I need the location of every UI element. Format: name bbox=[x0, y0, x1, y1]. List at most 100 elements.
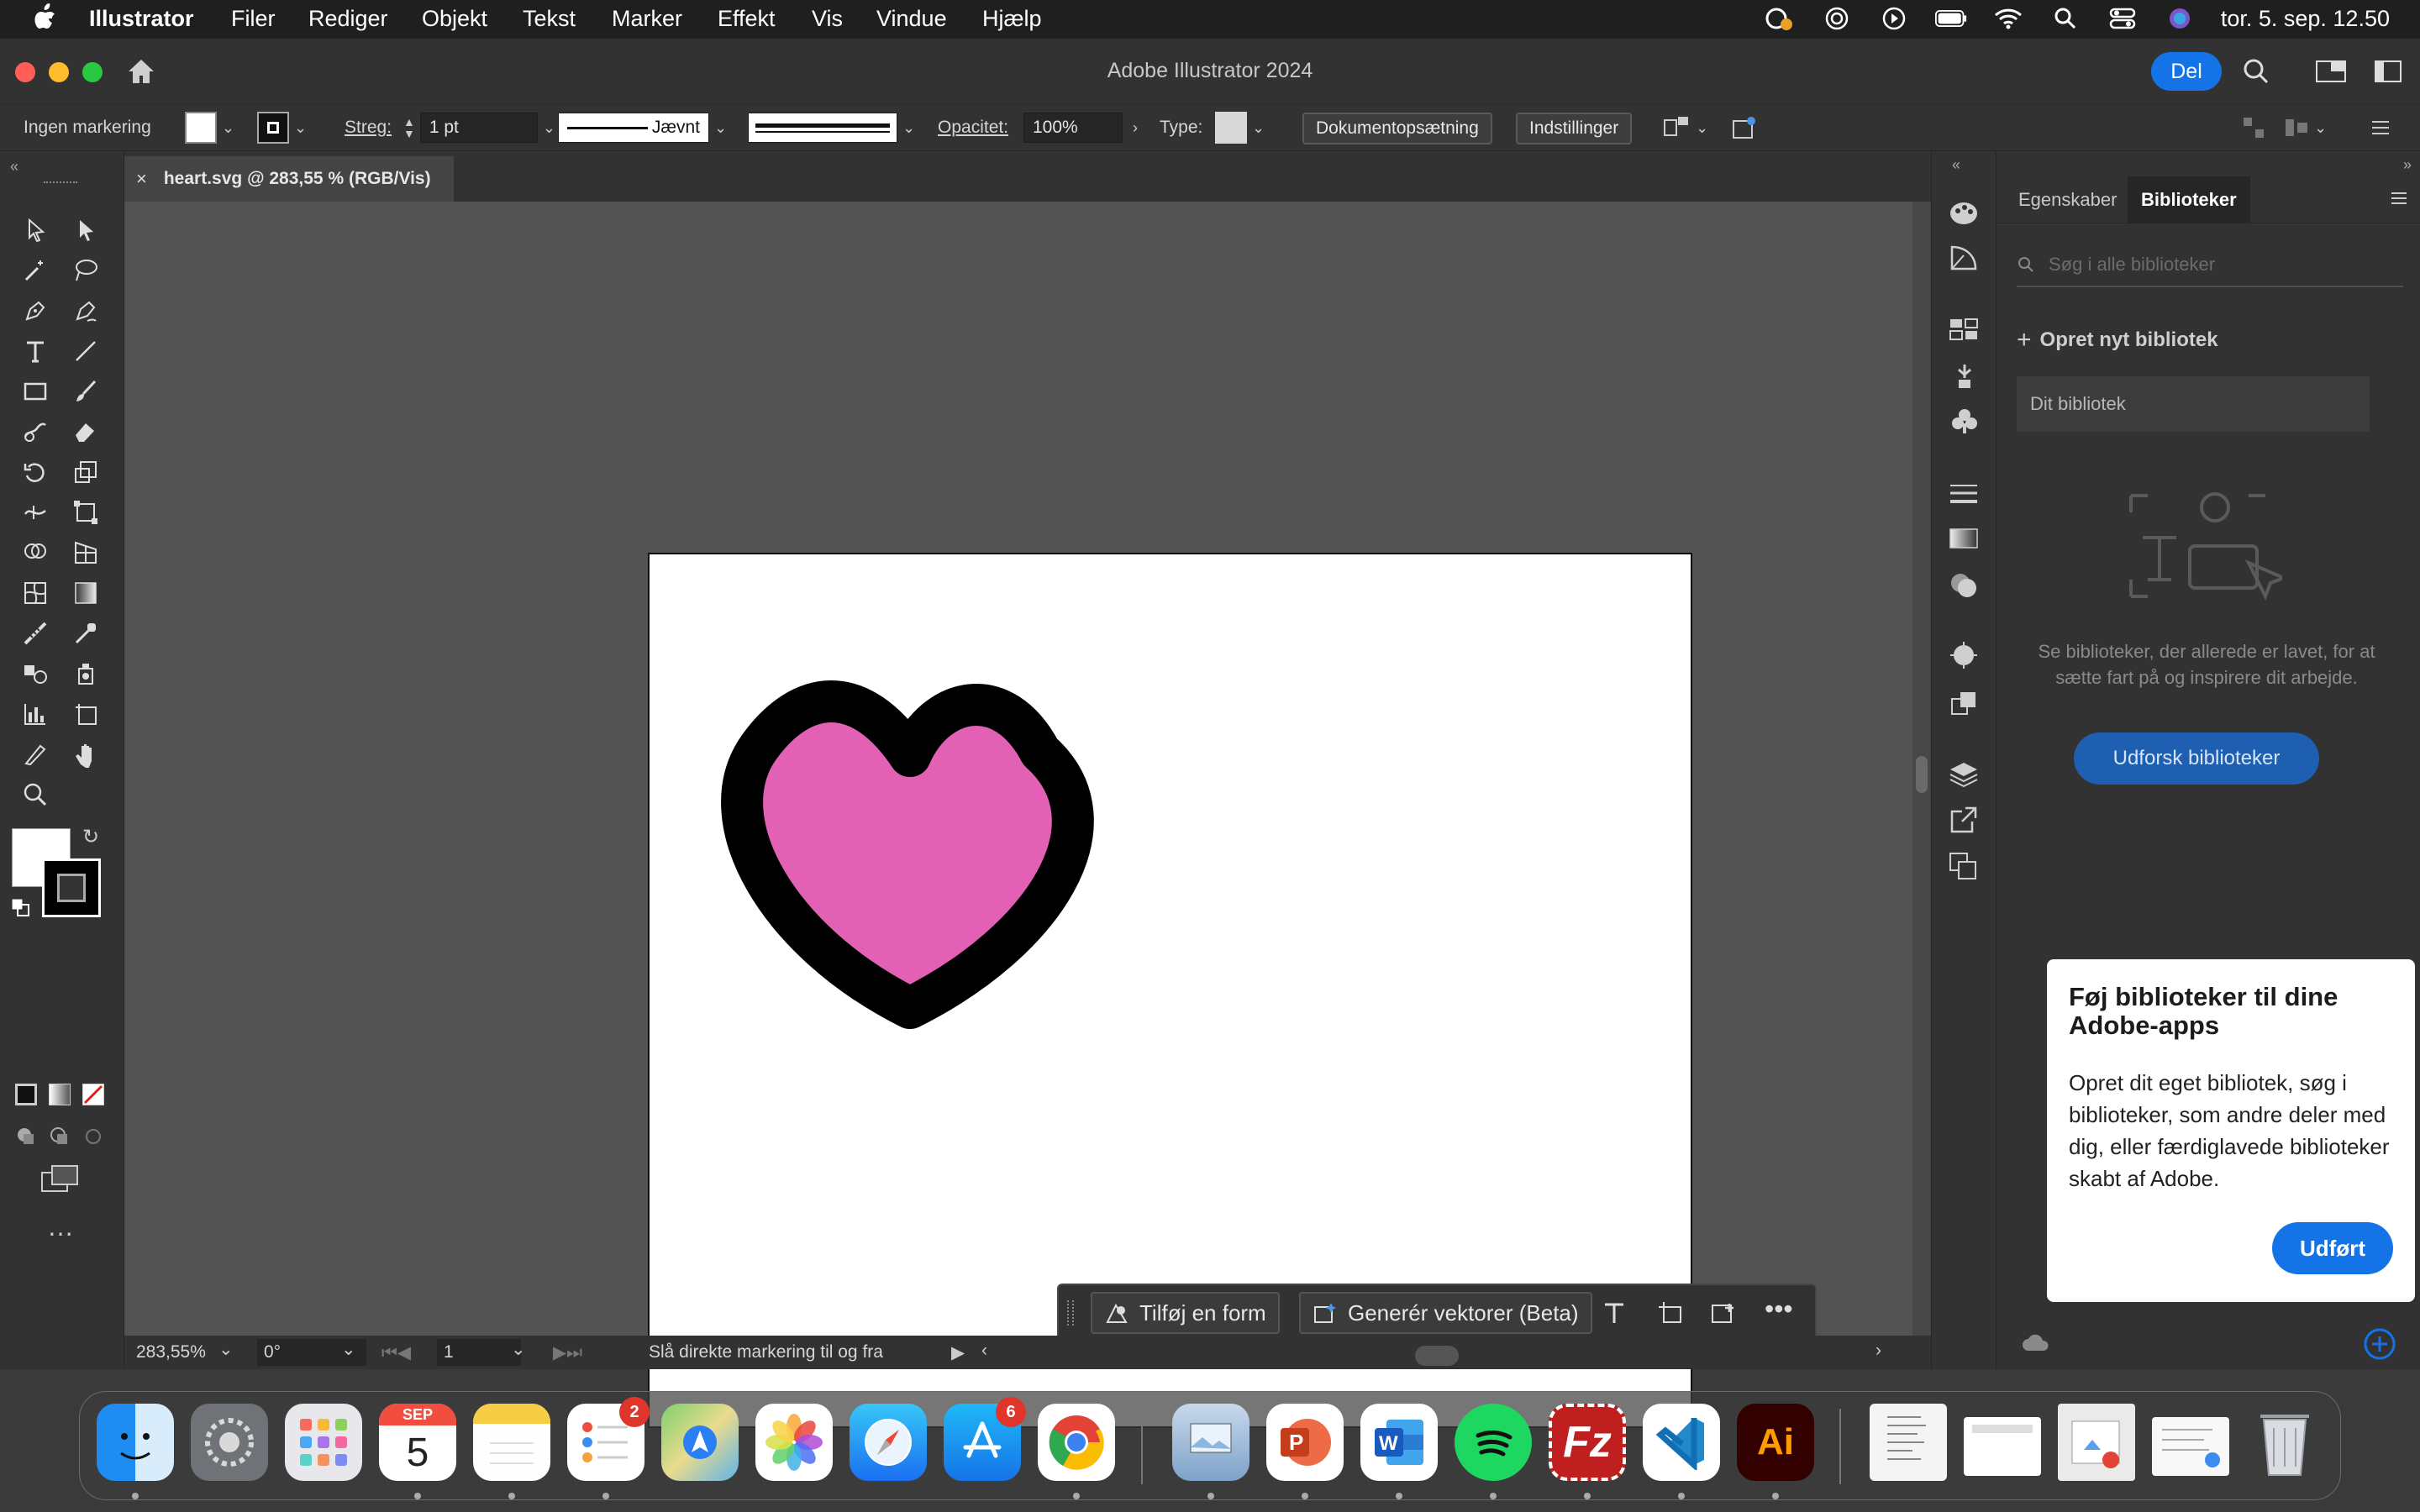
recent-folder-thumbnail[interactable] bbox=[2058, 1404, 2135, 1481]
symbol-sprayer-tool-icon[interactable] bbox=[67, 655, 104, 692]
app-store-icon[interactable]: 6 bbox=[944, 1397, 1026, 1481]
collapse-icon[interactable]: « bbox=[1952, 156, 1960, 174]
trash-icon[interactable] bbox=[2246, 1404, 2323, 1481]
mesh-tool-icon[interactable] bbox=[17, 575, 54, 612]
done-button[interactable]: Udført bbox=[2272, 1222, 2393, 1274]
screen-mode-icon[interactable] bbox=[40, 1164, 79, 1199]
menu-hjaelp[interactable]: Hjælp bbox=[982, 6, 1042, 32]
color-mode-icon[interactable] bbox=[15, 1084, 37, 1105]
crop-icon[interactable] bbox=[1657, 1300, 1684, 1330]
zoom-tool-icon[interactable] bbox=[17, 776, 54, 813]
maps-icon[interactable] bbox=[661, 1404, 739, 1481]
shaper-tool-icon[interactable] bbox=[17, 413, 54, 450]
layers-icon[interactable] bbox=[1949, 759, 1979, 792]
opacity-field[interactable]: 100% bbox=[1023, 113, 1123, 143]
chevron-down-icon[interactable]: ⌄ bbox=[222, 119, 234, 137]
chevron-down-icon[interactable]: ⌄ bbox=[1696, 119, 1708, 137]
word-icon[interactable]: W bbox=[1360, 1404, 1438, 1481]
artboard-tool-icon[interactable] bbox=[67, 696, 104, 732]
wifi-icon[interactable] bbox=[1992, 5, 2024, 32]
close-tab-icon[interactable]: × bbox=[136, 168, 147, 190]
blend-tool-icon[interactable] bbox=[17, 655, 54, 692]
stroke-panel-icon[interactable] bbox=[1949, 482, 1979, 510]
panel-toggle-icon[interactable] bbox=[2375, 60, 2402, 87]
graphic-styles-icon[interactable] bbox=[1949, 640, 1979, 675]
document-setup-button[interactable]: Dokumentopsætning bbox=[1302, 113, 1492, 144]
finder-icon[interactable] bbox=[97, 1404, 174, 1481]
none-mode-icon[interactable] bbox=[82, 1084, 104, 1105]
filezilla-icon[interactable]: Fz bbox=[1549, 1404, 1626, 1481]
safari-icon[interactable] bbox=[850, 1404, 927, 1481]
siri-icon[interactable] bbox=[2164, 5, 2196, 32]
chevron-down-icon[interactable]: ⌄ bbox=[2314, 119, 2327, 137]
artboard-navigation-icon[interactable]: ⏮◀ bbox=[381, 1342, 411, 1363]
stroke-swatch[interactable]: ⌄ bbox=[257, 112, 307, 144]
airdrop-icon[interactable] bbox=[1821, 5, 1853, 32]
menu-app-name[interactable]: Illustrator bbox=[89, 6, 194, 32]
text-icon[interactable] bbox=[1602, 1300, 1627, 1330]
scroll-thumb[interactable] bbox=[1916, 756, 1928, 793]
scroll-left-icon[interactable]: ‹ bbox=[981, 1341, 987, 1361]
control-center-icon[interactable] bbox=[2107, 5, 2139, 32]
add-library-icon[interactable] bbox=[2363, 1327, 2396, 1365]
draw-inside-icon[interactable] bbox=[82, 1126, 104, 1152]
more-options-icon[interactable]: ••• bbox=[1765, 1294, 1793, 1325]
photos-icon[interactable] bbox=[755, 1404, 833, 1481]
hand-tool-icon[interactable] bbox=[67, 736, 104, 773]
menu-filer[interactable]: Filer bbox=[231, 6, 276, 32]
eyedropper-tool-icon[interactable] bbox=[67, 615, 104, 652]
zoom-level-field[interactable]: 283,55% bbox=[136, 1342, 206, 1362]
canvas-area[interactable]: Tilføj en form Generér vektorer (Beta) •… bbox=[124, 202, 1912, 1428]
type-tool-icon[interactable] bbox=[17, 333, 54, 370]
battery-icon[interactable] bbox=[1934, 5, 1967, 32]
panel-grip[interactable] bbox=[44, 181, 77, 184]
add-shape-button[interactable]: Tilføj en form bbox=[1091, 1292, 1280, 1334]
lasso-tool-icon[interactable] bbox=[67, 252, 104, 289]
illustrator-icon[interactable]: Ai bbox=[1737, 1404, 1814, 1481]
notes-icon[interactable] bbox=[473, 1404, 550, 1481]
gradient-mode-icon[interactable] bbox=[49, 1084, 71, 1105]
your-library-item[interactable]: Dit bibliotek bbox=[2017, 376, 2370, 432]
reminders-icon[interactable]: 2 bbox=[567, 1397, 650, 1481]
stroke-weight-field[interactable]: 1 pt bbox=[419, 113, 538, 143]
stroke-weight-stepper[interactable]: ▲ ▼ 1 pt ⌄ bbox=[403, 113, 555, 143]
apple-logo-icon[interactable] bbox=[32, 3, 57, 32]
shape-builder-tool-icon[interactable] bbox=[17, 534, 54, 571]
distribute-icon[interactable]: ⌄ bbox=[2284, 113, 2327, 143]
menu-objekt[interactable]: Objekt bbox=[422, 6, 487, 32]
type-swatch[interactable]: ⌄ bbox=[1215, 112, 1265, 144]
horizontal-scroll-thumb[interactable] bbox=[1415, 1346, 1459, 1366]
chevron-down-icon[interactable]: ⌄ bbox=[543, 119, 555, 137]
collapse-icon[interactable]: « bbox=[10, 158, 18, 176]
tab-properties[interactable]: Egenskaber bbox=[2005, 176, 2130, 223]
menu-marker[interactable]: Marker bbox=[612, 6, 682, 32]
fill-swatch[interactable]: ⌄ bbox=[185, 112, 234, 144]
brush-definition-select[interactable]: ⌄ bbox=[748, 113, 915, 143]
column-graph-tool-icon[interactable] bbox=[17, 696, 54, 732]
transparency-icon[interactable] bbox=[1949, 571, 1979, 604]
pen-tool-icon[interactable] bbox=[17, 292, 54, 329]
perspective-grid-tool-icon[interactable] bbox=[67, 534, 104, 571]
menu-rediger[interactable]: Rediger bbox=[308, 6, 388, 32]
vertical-scrollbar[interactable] bbox=[1912, 202, 1931, 1336]
spotify-icon[interactable] bbox=[1455, 1404, 1532, 1481]
workspace-switcher-icon[interactable] bbox=[2316, 60, 2346, 87]
expand-icon[interactable]: » bbox=[2403, 156, 2412, 174]
default-colors-icon[interactable] bbox=[10, 897, 30, 917]
place-image-icon[interactable] bbox=[1711, 1300, 1738, 1330]
symbols-icon[interactable] bbox=[1950, 407, 1979, 441]
share-button[interactable]: Del bbox=[2151, 52, 2222, 91]
slice-tool-icon[interactable] bbox=[17, 736, 54, 773]
arrange-icon[interactable] bbox=[2242, 113, 2265, 143]
appearance-icon[interactable] bbox=[1949, 244, 1979, 276]
status-menu-arrow-icon[interactable]: ▶ bbox=[951, 1342, 965, 1363]
curvature-tool-icon[interactable] bbox=[67, 292, 104, 329]
artboards-panel-icon[interactable] bbox=[1949, 852, 1979, 886]
recolor-icon[interactable] bbox=[1731, 113, 1758, 143]
export-icon[interactable] bbox=[1949, 805, 1979, 839]
rectangle-tool-icon[interactable] bbox=[17, 373, 54, 410]
chevron-down-icon[interactable]: ⌄ bbox=[1252, 119, 1265, 137]
chevron-right-icon[interactable]: › bbox=[1133, 119, 1138, 137]
gradient-panel-icon[interactable] bbox=[1949, 526, 1979, 555]
swatches-icon[interactable] bbox=[1949, 316, 1979, 345]
